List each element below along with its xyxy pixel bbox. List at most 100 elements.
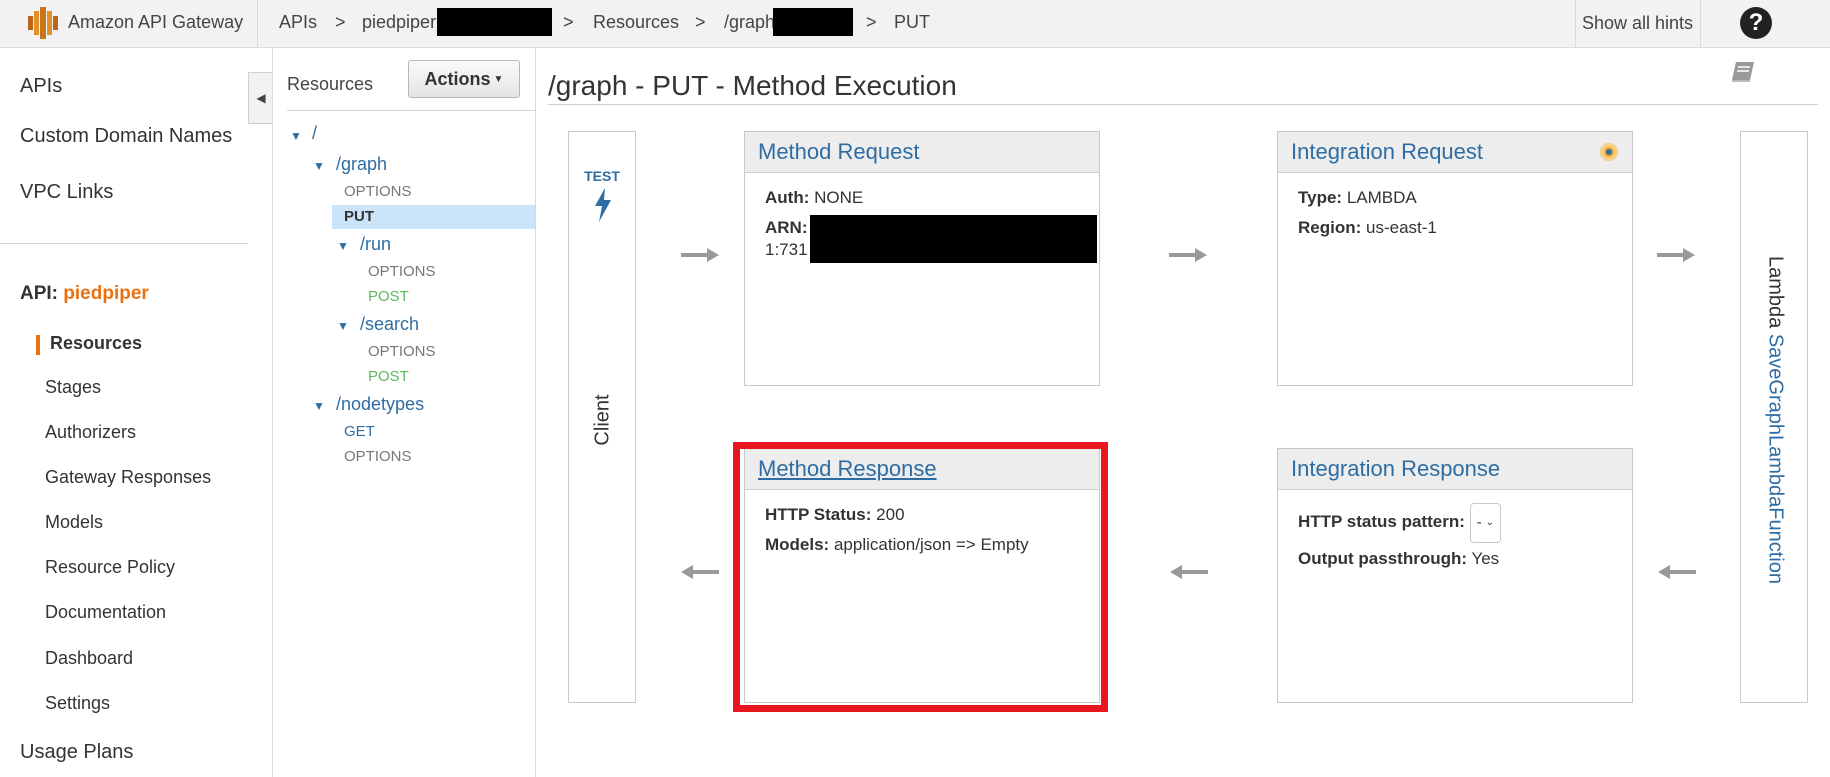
integration-request-panel: Integration Request Type: LAMBDA Region:… — [1277, 131, 1633, 386]
method-options[interactable]: OPTIONS — [368, 263, 436, 280]
chevron-down-icon: ⌄ — [1485, 516, 1494, 528]
highlight-box — [733, 442, 1108, 712]
nav-item-stages[interactable]: Stages — [45, 377, 101, 398]
nav-item-settings[interactable]: Settings — [45, 693, 110, 714]
breadcrumb-method[interactable]: PUT — [894, 12, 930, 33]
caret-down-icon[interactable]: ▼ — [313, 159, 325, 173]
method-get[interactable]: GET — [344, 423, 375, 440]
type-label: Type: — [1298, 188, 1343, 207]
region-row: Region: us-east-1 — [1298, 213, 1612, 243]
method-request-link[interactable]: Method Request — [758, 139, 919, 165]
method-options[interactable]: OPTIONS — [344, 448, 412, 465]
lambda-column: Lambda SaveGraphLambdaFunction — [1740, 131, 1808, 703]
lambda-function-link[interactable]: SaveGraphLambdaFunction — [1765, 334, 1787, 584]
auth-label: Auth: — [765, 188, 810, 207]
redacted-block — [773, 8, 853, 36]
arn-label: ARN: — [765, 218, 808, 237]
nav-item-resource-policy[interactable]: Resource Policy — [45, 557, 175, 578]
region-value: us-east-1 — [1366, 218, 1437, 237]
caret-down-icon[interactable]: ▼ — [337, 319, 349, 333]
panel-divider — [272, 48, 273, 777]
divider — [257, 0, 258, 47]
status-pattern-label: HTTP status pattern: — [1298, 512, 1465, 531]
passthrough-value: Yes — [1471, 549, 1500, 568]
actions-label: Actions — [424, 68, 491, 89]
region-label: Region: — [1298, 218, 1362, 237]
breadcrumb-separator: > — [866, 12, 877, 32]
breadcrumb-api-name[interactable]: piedpiper — [362, 12, 436, 33]
nav-item-usage-plans[interactable]: Usage Plans — [20, 741, 133, 764]
active-indicator — [36, 335, 40, 355]
caret-down-icon[interactable]: ▼ — [313, 399, 325, 413]
collapse-left-icon[interactable]: ◀ — [248, 72, 273, 124]
breadcrumb-separator: > — [695, 12, 706, 32]
brand-name[interactable]: Amazon API Gateway — [68, 12, 243, 33]
resource-run[interactable]: /run — [360, 234, 391, 255]
client-column: TEST Client — [568, 131, 636, 703]
page-title: /graph - PUT - Method Execution — [548, 70, 957, 101]
breadcrumb-apis[interactable]: APIs — [279, 12, 317, 33]
nav-divider — [0, 243, 248, 244]
status-indicator-icon — [1600, 143, 1618, 161]
book-icon[interactable] — [1730, 60, 1756, 84]
resource-graph[interactable]: /graph — [336, 154, 387, 175]
nav-item-apis[interactable]: APIs — [20, 75, 62, 98]
breadcrumb-separator: > — [335, 12, 346, 32]
integration-response-link[interactable]: Integration Response — [1291, 456, 1500, 482]
top-bar: Amazon API Gateway APIs > piedpiper > Re… — [0, 0, 1830, 48]
breadcrumb-separator: > — [563, 12, 574, 32]
caret-down-icon[interactable]: ▼ — [337, 239, 349, 253]
auth-row: Auth: NONE — [765, 183, 1079, 213]
method-options[interactable]: OPTIONS — [368, 343, 436, 360]
method-post[interactable]: POST — [368, 368, 409, 385]
title-divider — [548, 104, 1818, 105]
api-name[interactable]: piedpiper — [63, 283, 149, 304]
method-request-header: Method Request — [745, 132, 1099, 173]
breadcrumb-resource[interactable]: /graph — [724, 12, 775, 33]
method-options[interactable]: OPTIONS — [344, 183, 412, 200]
integration-request-header: Integration Request — [1278, 132, 1632, 173]
arrow-right-icon — [681, 248, 719, 262]
integration-response-panel: Integration Response HTTP status pattern… — [1277, 448, 1633, 703]
redacted-block — [437, 8, 552, 36]
lambda-prefix: Lambda — [1764, 256, 1787, 329]
api-label-prefix: API: — [20, 283, 58, 304]
status-pattern-value: - — [1476, 513, 1482, 531]
show-all-hints-button[interactable]: Show all hints — [1575, 0, 1700, 47]
test-button[interactable]: TEST — [569, 168, 635, 184]
nav-item-authorizers[interactable]: Authorizers — [45, 422, 136, 443]
resources-title: Resources — [287, 74, 374, 94]
nav-item-documentation[interactable]: Documentation — [45, 602, 166, 623]
caret-down-icon[interactable]: ▼ — [290, 129, 302, 143]
nav-item-dashboard[interactable]: Dashboard — [45, 648, 133, 669]
nav-item-gateway-responses[interactable]: Gateway Responses — [45, 467, 211, 488]
arrow-left-icon — [1658, 565, 1696, 579]
integration-request-link[interactable]: Integration Request — [1291, 139, 1483, 165]
nav-item-models[interactable]: Models — [45, 512, 103, 533]
redacted-block — [810, 215, 1097, 263]
lightning-bolt-icon[interactable] — [593, 188, 613, 222]
passthrough-row: Output passthrough: Yes — [1298, 544, 1612, 574]
method-put[interactable]: PUT — [344, 208, 374, 225]
resource-nodetypes[interactable]: /nodetypes — [336, 394, 424, 415]
divider — [1700, 0, 1701, 47]
api-label: API: piedpiper — [20, 283, 149, 305]
integration-request-body: Type: LAMBDA Region: us-east-1 — [1278, 173, 1632, 253]
actions-button[interactable]: Actions ▼ — [408, 60, 520, 98]
status-pattern-row: HTTP status pattern: - ⌄ — [1298, 500, 1612, 544]
client-label: Client — [591, 394, 614, 446]
nav-item-resources[interactable]: Resources — [50, 333, 142, 354]
resources-divider — [287, 110, 535, 111]
breadcrumb-resources[interactable]: Resources — [593, 12, 679, 33]
nav-item-vpc-links[interactable]: VPC Links — [20, 181, 113, 204]
nav-item-custom-domain-names[interactable]: Custom Domain Names — [20, 125, 232, 148]
resource-root[interactable]: / — [312, 123, 317, 144]
type-row: Type: LAMBDA — [1298, 183, 1612, 213]
integration-response-body: HTTP status pattern: - ⌄ Output passthro… — [1278, 490, 1632, 584]
help-icon[interactable]: ? — [1740, 7, 1772, 39]
status-pattern-select[interactable]: - ⌄ — [1469, 502, 1501, 543]
arn-value: 1:731 — [765, 240, 808, 259]
api-gateway-logo-icon[interactable] — [28, 7, 58, 39]
resource-search[interactable]: /search — [360, 314, 419, 335]
method-post[interactable]: POST — [368, 288, 409, 305]
